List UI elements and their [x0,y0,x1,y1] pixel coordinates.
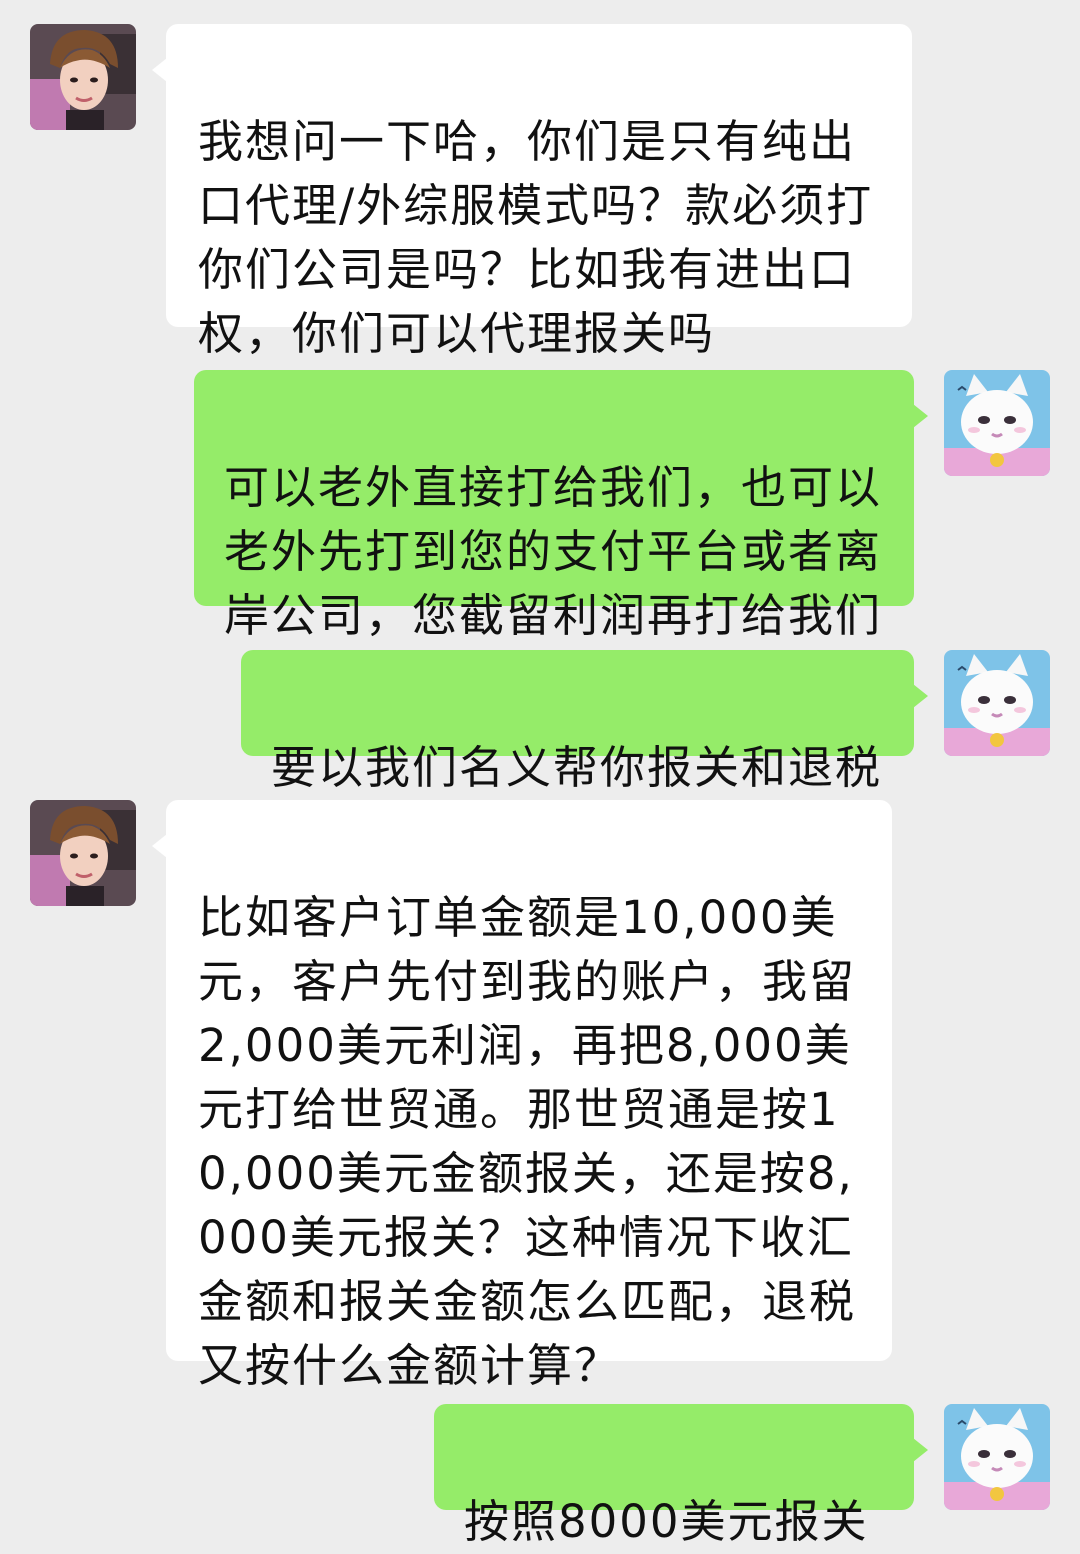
cat-cartoon-avatar-icon [944,650,1050,756]
message-bubble-outgoing[interactable]: 按照8000美元报关 [434,1404,928,1548]
message-text: 我想问一下哈，你们是只有纯出口代理/外综服模式吗？款必须打你们公司是吗？比如我有… [198,115,874,360]
message-text: 要以我们名义帮你报关和退税 [271,741,883,794]
contact-avatar[interactable] [30,800,136,906]
message-text: 可以老外直接打给我们，也可以老外先打到您的支付平台或者离岸公司，您截留利润再打给… [224,461,883,642]
self-avatar[interactable] [944,650,1050,756]
cat-cartoon-avatar-icon [944,1404,1050,1510]
self-avatar[interactable] [944,1404,1050,1510]
message-bubble-incoming[interactable]: 我想问一下哈，你们是只有纯出口代理/外综服模式吗？款必须打你们公司是吗？比如我有… [152,24,912,360]
woman-portrait-avatar-icon [30,800,136,906]
woman-portrait-avatar-icon [30,24,136,130]
message-bubble-incoming[interactable]: 比如客户订单金额是10,000美元，客户先付到我的账户，我留2,000美元利润，… [152,800,892,1392]
cat-cartoon-avatar-icon [944,370,1050,476]
message-text: 比如客户订单金额是10,000美元，客户先付到我的账户，我留2,000美元利润，… [198,891,857,1392]
contact-avatar[interactable] [30,24,136,130]
message-bubble-outgoing[interactable]: 可以老外直接打给我们，也可以老外先打到您的支付平台或者离岸公司，您截留利润再打给… [194,370,928,642]
message-bubble-outgoing[interactable]: 要以我们名义帮你报关和退税 [241,650,928,794]
self-avatar[interactable] [944,370,1050,476]
message-text: 按照8000美元报关 [464,1495,869,1548]
